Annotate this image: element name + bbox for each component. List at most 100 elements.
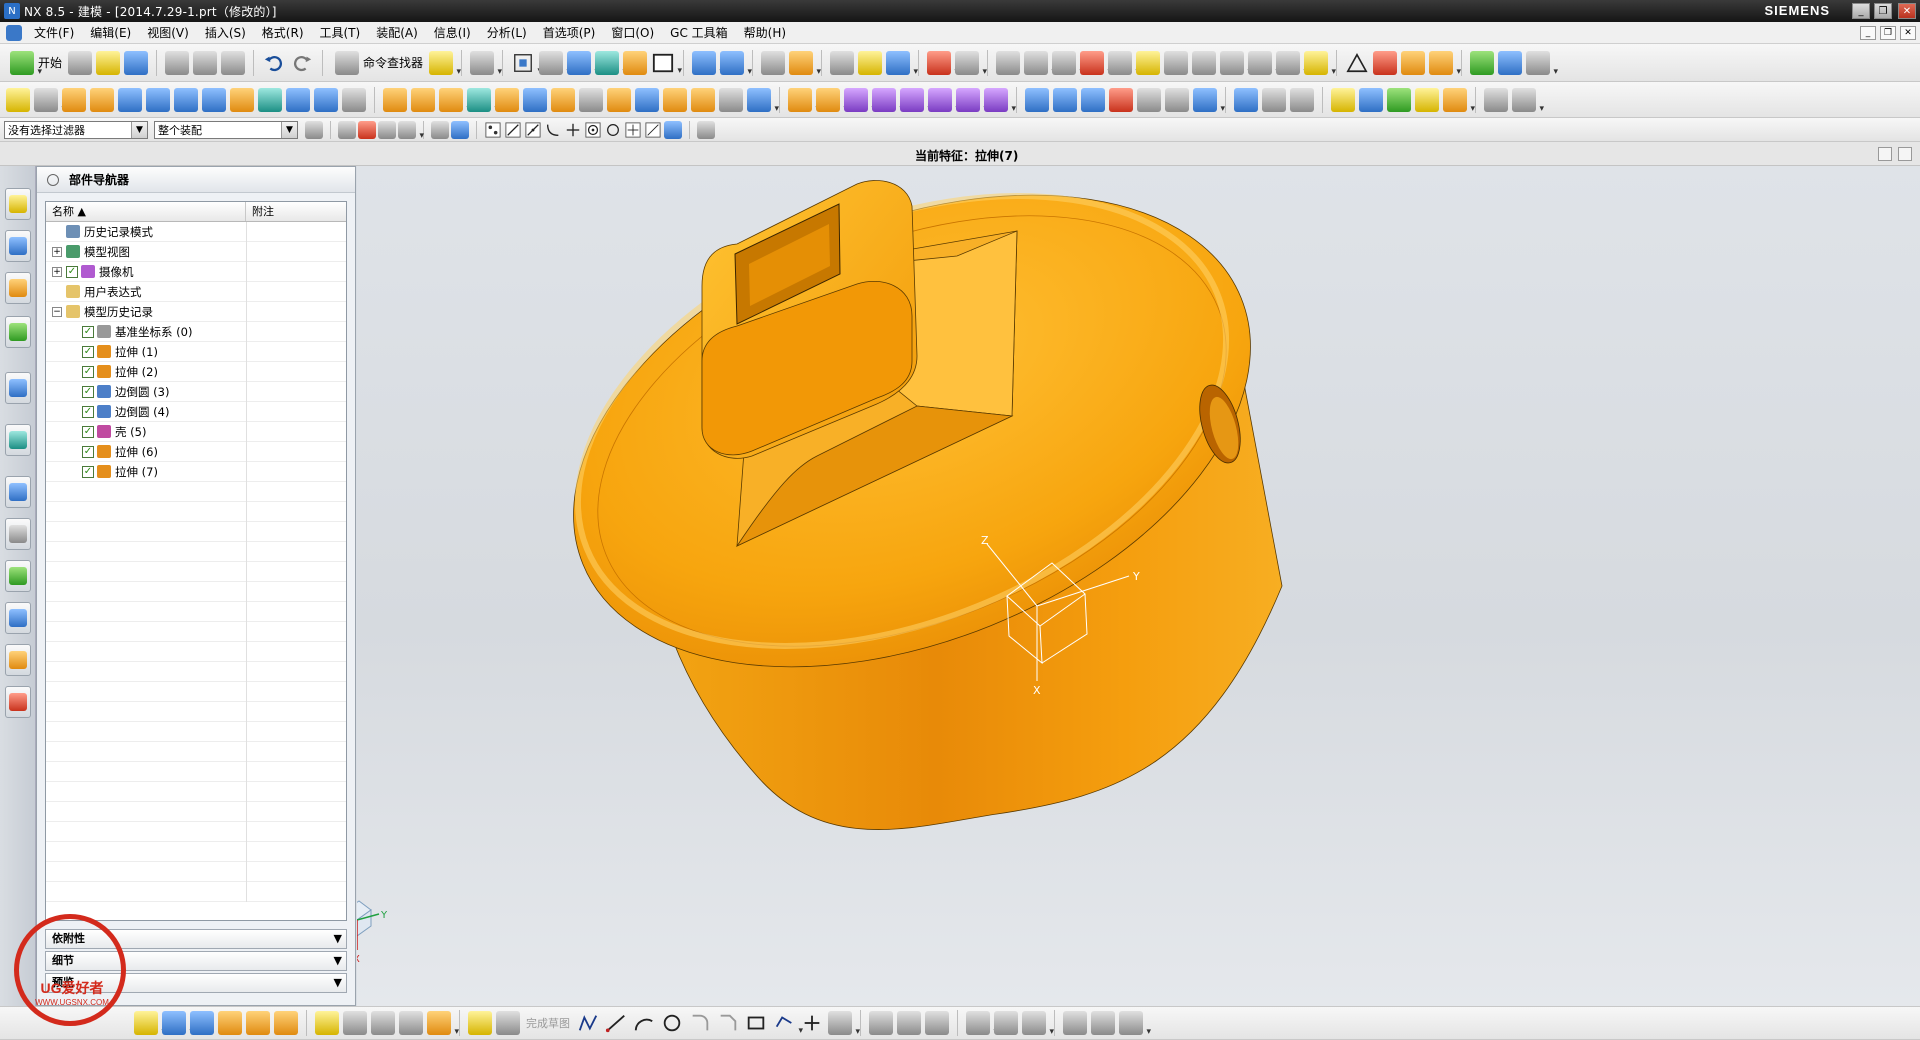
revolve-icon[interactable] <box>90 87 114 112</box>
visibility-checkbox[interactable]: ✓ <box>82 445 94 458</box>
roles-tab[interactable] <box>5 644 31 676</box>
reuse-library-tab[interactable] <box>5 316 31 348</box>
visibility-checkbox[interactable]: ✓ <box>82 465 94 478</box>
quick-trim-icon[interactable] <box>869 1011 893 1035</box>
menu-file[interactable]: 文件(F) <box>26 22 82 44</box>
alternate-solution-icon[interactable] <box>1119 1011 1151 1037</box>
snap-center-icon[interactable] <box>584 121 602 139</box>
wcs-icon[interactable] <box>789 50 821 77</box>
line-icon[interactable] <box>604 1011 628 1035</box>
finish-sketch-icon[interactable] <box>468 1011 492 1035</box>
pattern-face-icon[interactable] <box>956 87 988 114</box>
cone-icon[interactable] <box>174 87 198 112</box>
menu-window[interactable]: 窗口(O) <box>603 22 662 44</box>
offset-surface-icon[interactable] <box>1193 87 1225 114</box>
edit-object-display-icon[interactable] <box>858 50 883 75</box>
frame-icon[interactable] <box>651 51 682 76</box>
pocket-icon[interactable] <box>286 87 310 112</box>
edge-blend-icon[interactable] <box>551 87 575 112</box>
visibility-checkbox[interactable]: ✓ <box>82 385 94 398</box>
box-icon[interactable] <box>1276 50 1308 77</box>
table-icon[interactable] <box>1373 50 1398 75</box>
bridge-icon[interactable] <box>1137 87 1161 112</box>
print-icon[interactable] <box>470 50 502 77</box>
pin-icon[interactable] <box>47 173 59 186</box>
analysis-icon[interactable] <box>1359 87 1383 112</box>
human-icon[interactable] <box>1164 50 1189 75</box>
grid-pattern-icon[interactable] <box>496 1011 520 1035</box>
circle-icon[interactable] <box>660 1011 684 1035</box>
select-bodies-icon[interactable] <box>451 120 469 139</box>
nx-app-icon[interactable]: N <box>4 3 20 19</box>
model-viewport[interactable]: Z Y X Z Y X <box>357 166 1920 1006</box>
tree-row[interactable]: + ✓ 摄像机 <box>46 262 346 282</box>
pad-icon[interactable] <box>314 87 338 112</box>
surface-grid-icon[interactable] <box>315 1011 339 1035</box>
cut-icon[interactable] <box>165 50 190 75</box>
close-button[interactable]: ✕ <box>1898 3 1916 19</box>
chamfer-icon[interactable] <box>579 87 603 112</box>
snap-mid-icon[interactable] <box>524 121 542 139</box>
trim-body-icon[interactable] <box>495 87 519 112</box>
snap-point-on-icon[interactable] <box>624 121 642 139</box>
tools-icon[interactable] <box>1304 50 1336 77</box>
unite-icon[interactable] <box>467 87 499 114</box>
measure-distance-icon[interactable] <box>955 50 987 77</box>
visibility-checkbox[interactable]: ✓ <box>66 265 78 278</box>
patch-icon[interactable] <box>1290 87 1314 112</box>
shaded-icon[interactable] <box>996 50 1021 75</box>
snap-intersection-icon[interactable] <box>664 120 682 139</box>
tree-row[interactable]: ✓ 拉伸 (6) <box>46 442 346 462</box>
dimension-icon[interactable] <box>966 1011 998 1037</box>
snap-enable-icon[interactable] <box>484 121 502 139</box>
floor-icon[interactable] <box>1192 50 1217 75</box>
tree-row[interactable]: ✓ 拉伸 (2) <box>46 362 346 382</box>
chain-icon[interactable] <box>343 1011 367 1035</box>
start-button[interactable]: 开始 <box>4 49 66 77</box>
datum-plane-icon[interactable] <box>383 87 407 112</box>
insert-datum-icon[interactable] <box>218 1011 242 1035</box>
derived-curve-icon[interactable] <box>427 1011 459 1037</box>
fillet-icon[interactable] <box>688 1011 712 1035</box>
hole-icon[interactable] <box>230 87 254 112</box>
save-icon[interactable] <box>124 50 149 75</box>
part-navigator-tab[interactable] <box>5 272 31 304</box>
command-finder-button[interactable]: 命令查找器 <box>329 49 427 77</box>
tree-row[interactable]: ✓ 基准坐标系 (0) <box>46 322 346 342</box>
pattern-icon[interactable] <box>719 87 743 112</box>
arc-icon[interactable] <box>632 1011 656 1035</box>
menu-assemblies[interactable]: 装配(A) <box>368 22 426 44</box>
resize-blend-icon[interactable] <box>900 87 932 114</box>
extrude-icon[interactable] <box>62 87 86 112</box>
mirror-icon[interactable] <box>747 87 779 114</box>
replace-face-icon[interactable] <box>844 87 876 114</box>
sheet-icon[interactable] <box>34 87 66 114</box>
sync-move-icon[interactable] <box>788 87 820 114</box>
redo-icon[interactable] <box>290 51 314 75</box>
suppress-feature-icon[interactable] <box>1512 87 1544 114</box>
make-corner-icon[interactable] <box>925 1011 949 1035</box>
trim-sheet-icon[interactable] <box>1234 87 1258 112</box>
clipping-icon[interactable] <box>720 50 752 77</box>
system-scenes-tab[interactable] <box>5 686 31 718</box>
snap-point-icon[interactable] <box>927 50 959 77</box>
open-folder-icon[interactable] <box>96 50 121 75</box>
sketch-icon[interactable] <box>134 1011 166 1037</box>
menu-format[interactable]: 格式(R) <box>254 22 312 44</box>
manufacturing-wizard-tab[interactable] <box>5 602 31 634</box>
sync-pull-icon[interactable] <box>816 87 848 114</box>
relations-browser-icon[interactable] <box>1091 1011 1115 1035</box>
grid-icon[interactable] <box>1248 50 1280 77</box>
tree-row[interactable]: ✓ 拉伸 (7) <box>46 462 346 482</box>
extension-icon[interactable] <box>1165 87 1189 112</box>
column-note-header[interactable]: 附注 <box>246 202 346 221</box>
curve-icon[interactable] <box>190 1011 214 1035</box>
menu-insert[interactable]: 插入(S) <box>197 22 254 44</box>
panel-restore-button[interactable] <box>1878 147 1892 161</box>
wave-link-icon[interactable] <box>1498 50 1523 75</box>
sketch-in-task-icon[interactable] <box>162 1011 194 1037</box>
tree-row[interactable]: ✓ 拉伸 (1) <box>46 342 346 362</box>
select-faces-icon[interactable] <box>431 120 449 139</box>
color-palette-icon[interactable] <box>1080 50 1112 77</box>
block-icon[interactable] <box>118 87 142 112</box>
